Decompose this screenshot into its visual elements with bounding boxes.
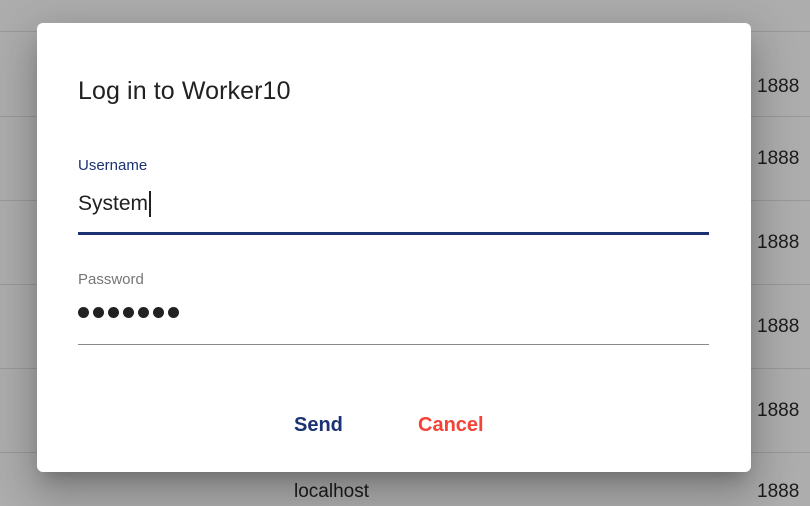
username-field[interactable]: Username [78,157,709,237]
password-mask-dot [123,307,134,318]
username-input[interactable] [78,189,709,219]
password-mask-dot [153,307,164,318]
password-mask-dot [168,307,179,318]
username-underline [78,232,709,235]
cancel-button[interactable]: Cancel [410,405,492,445]
send-button[interactable]: Send [286,405,351,445]
password-underline [78,344,709,345]
dialog-title: Log in to Worker10 [78,77,291,105]
password-mask-dot [108,307,119,318]
login-dialog: Log in to Worker10 Username Password Sen… [37,23,751,472]
password-input[interactable] [78,307,179,318]
password-label: Password [78,271,144,288]
text-caret [149,191,151,217]
password-mask-dot [138,307,149,318]
password-mask-dot [93,307,104,318]
username-label: Username [78,157,148,174]
password-field[interactable]: Password [78,271,709,351]
password-mask-dot [78,307,89,318]
